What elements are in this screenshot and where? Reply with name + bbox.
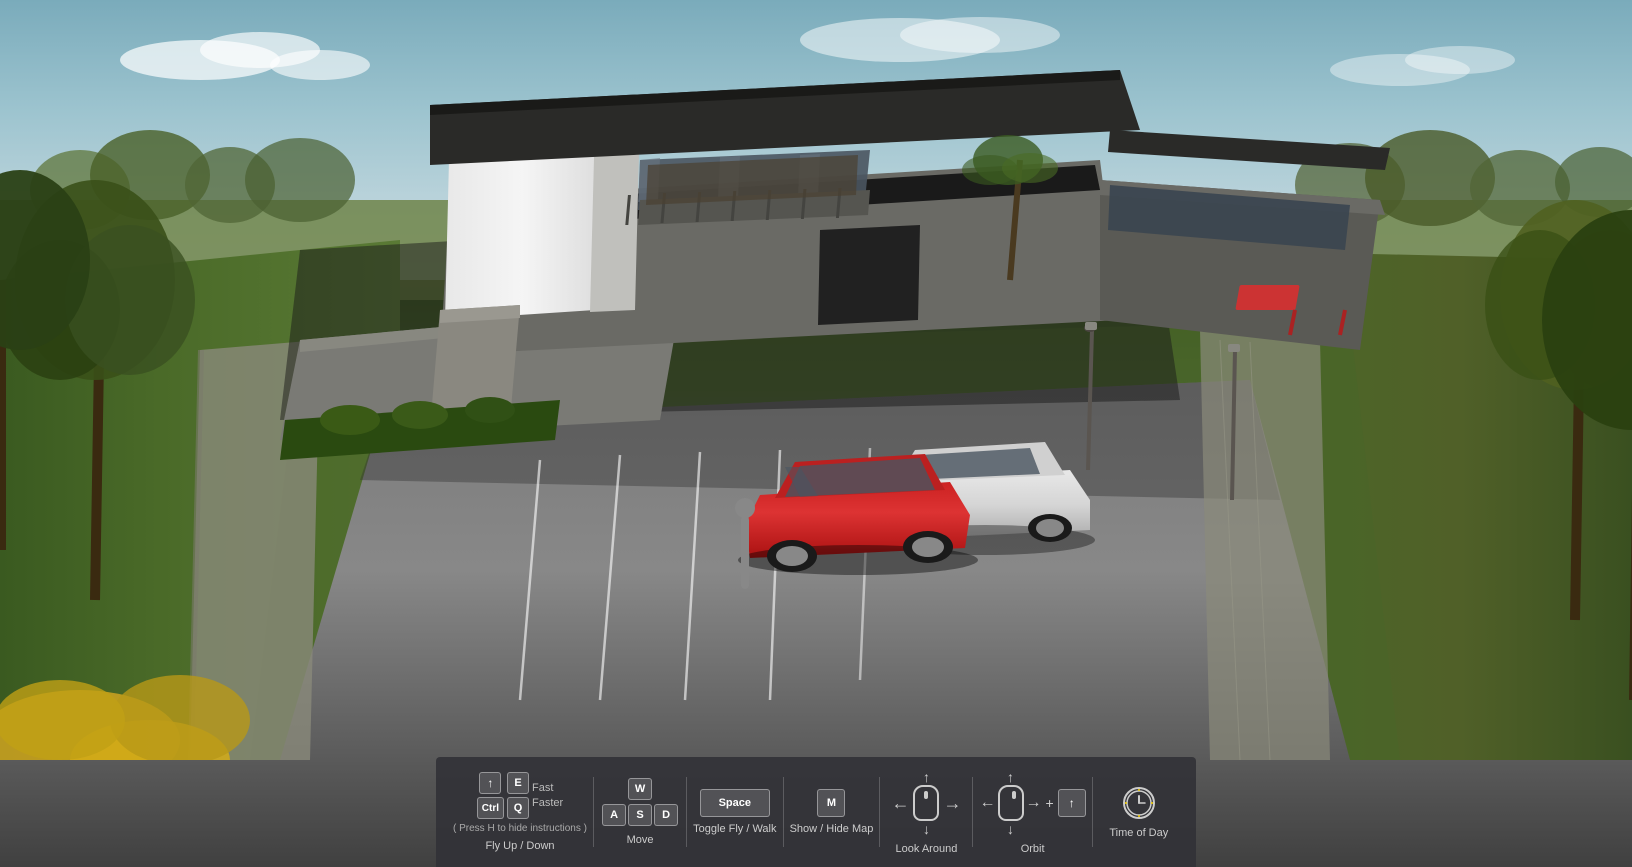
divider-2 (686, 777, 687, 847)
right-arrow-icon: → (943, 793, 961, 814)
mouse-icon (913, 785, 939, 821)
move-group: W A S D Move (600, 778, 680, 846)
mouse-scroll (924, 791, 928, 799)
divider-3 (783, 777, 784, 847)
d-key: D (654, 804, 678, 826)
viewport: ↑ Ctrl E Q Fast Faster ( Press H to hide… (0, 0, 1632, 867)
divider-1 (593, 777, 594, 847)
down-arrow-icon-la: ↓ (923, 821, 930, 837)
w-key: W (628, 778, 652, 800)
e-key: E (507, 772, 529, 794)
scene-svg (0, 0, 1632, 760)
a-key: A (602, 804, 626, 826)
mouse-icon-orbit (998, 785, 1024, 821)
divider-5 (972, 777, 973, 847)
space-key: Space (700, 789, 770, 817)
left-arrow-icon: ← (891, 793, 909, 814)
down-arrow-orbit: ↓ (1007, 821, 1014, 837)
toggle-fly-walk-group: Space Toggle Fly / Walk (693, 789, 776, 835)
time-of-day-label: Time of Day (1109, 827, 1168, 839)
up-arrow-icon-la: ↑ (923, 769, 930, 785)
up-arrow-key: ↑ (479, 772, 501, 794)
m-key: M (817, 789, 845, 817)
look-around-label: Look Around (896, 843, 958, 855)
ctrl-key: Ctrl (477, 797, 504, 819)
fast-label: Fast (532, 782, 563, 794)
mouse-right-btn (1012, 791, 1016, 799)
orbit-label: Orbit (1021, 843, 1045, 855)
toggle-fly-walk-label: Toggle Fly / Walk (693, 823, 776, 835)
controls-bar: ↑ Ctrl E Q Fast Faster ( Press H to hide… (436, 757, 1196, 867)
divider-6 (1092, 777, 1093, 847)
fly-up-down-group: ↑ Ctrl E Q Fast Faster ( Press H to hide… (453, 772, 587, 852)
move-label: Move (627, 834, 654, 846)
show-hide-map-group: M Show / Hide Map (790, 789, 874, 835)
orbit-group: ↑ ← → ↓ + ↑ Orbit (980, 769, 1086, 855)
look-around-group: ← ↑ ↓ → Look Around (886, 769, 966, 855)
up-key-orbit: ↑ (1058, 789, 1086, 817)
time-of-day-group: Time of Day (1099, 785, 1179, 839)
s-key: S (628, 804, 652, 826)
show-hide-map-label: Show / Hide Map (790, 823, 874, 835)
left-arrow-orbit: ← (980, 794, 996, 812)
clock-icon (1123, 787, 1155, 819)
press-h-hint: ( Press H to hide instructions ) (453, 823, 587, 834)
q-key: Q (507, 797, 529, 819)
divider-4 (879, 777, 880, 847)
faster-label: Faster (532, 797, 563, 809)
fly-up-down-label: Fly Up / Down (485, 840, 554, 852)
right-arrow-orbit: → (1026, 794, 1042, 812)
plus-icon: + (1046, 795, 1054, 811)
up-arrow-orbit: ↑ (1007, 769, 1014, 785)
